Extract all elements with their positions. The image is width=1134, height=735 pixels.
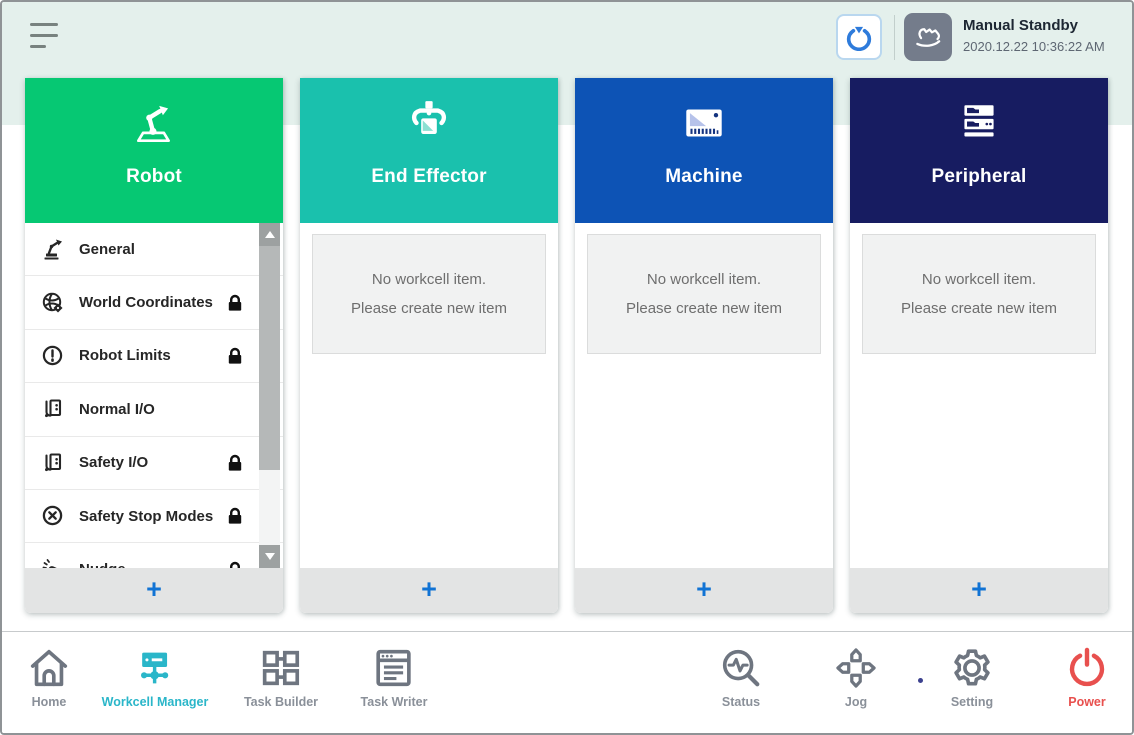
peripheral-column-header[interactable]: Peripheral [850,78,1108,223]
column-title: Peripheral [932,166,1027,188]
nav-item-workcell-manager[interactable]: Workcell Manager [102,645,209,709]
lock-icon [227,507,243,525]
workcell-item-label: Safety Stop Modes [79,508,213,525]
nav-item-jog[interactable]: Jog [833,645,879,709]
robot-list-scrollbar[interactable] [259,223,280,568]
add-robot-item-button[interactable]: + [25,568,283,613]
add-end-effector-item-button[interactable]: + [300,568,558,613]
empty-state: No workcell item. Please create new item [312,234,546,354]
workcell-manager-icon [132,645,178,691]
nav-item-home[interactable]: Home [26,645,72,709]
workcell-item-nudge[interactable]: Nudge [25,543,283,568]
scroll-down-icon [265,553,275,560]
nav-item-status[interactable]: Status [718,645,764,709]
plus-icon: + [971,576,987,603]
workcell-columns: Robot Genera [25,78,1108,613]
robot-settings-list: General [25,223,283,568]
scroll-up-button[interactable] [259,223,280,246]
safety-io-icon [40,451,66,475]
workcell-column-peripheral: Peripheral No workcell item. Please crea… [850,78,1108,613]
nav-item-task-builder[interactable]: Task Builder [244,645,318,709]
workcell-item-normal-io[interactable]: Normal I/O [25,383,283,436]
workcell-item-robot-limits[interactable]: Robot Limits [25,330,283,383]
workcell-item-label: World Coordinates [79,294,213,311]
workcell-column-machine: Machine No workcell item. Please create … [575,78,833,613]
empty-line-2: Please create new item [626,294,782,323]
column-title: Robot [126,166,182,188]
power-icon [1064,645,1110,691]
add-machine-item-button[interactable]: + [575,568,833,613]
workcell-item-label: General [79,241,135,258]
workcell-item-label: Safety I/O [79,454,148,471]
bottom-navigation: Home Workcell Manager [2,631,1132,733]
scroll-down-button[interactable] [259,545,280,568]
empty-line-2: Please create new item [901,294,1057,323]
end-effector-column-header[interactable]: End Effector [300,78,558,223]
app-window: Manual Standby 2020.12.22 10:36:22 AM Ro… [0,0,1134,735]
plus-icon: + [696,576,712,603]
workcell-item-general[interactable]: General [25,223,283,276]
empty-state: No workcell item. Please create new item [587,234,821,354]
robot-general-icon [40,237,66,261]
setting-icon [949,645,995,691]
manual-mode-badge[interactable] [904,13,952,61]
empty-line-1: No workcell item. [922,265,1036,294]
robot-state-label: Manual Standby [963,17,1105,34]
empty-line-2: Please create new item [351,294,507,323]
empty-line-1: No workcell item. [647,265,761,294]
plus-icon: + [421,576,437,603]
lock-icon [227,454,243,472]
nudge-icon [40,558,66,568]
world-coordinates-icon [40,291,66,315]
nav-item-task-writer[interactable]: Task Writer [361,645,428,709]
workcell-column-end-effector: End Effector No workcell item. Please cr… [300,78,558,613]
plus-icon: + [146,576,162,603]
hamburger-menu-icon[interactable] [30,23,60,50]
workcell-item-safety-io[interactable]: Safety I/O [25,437,283,490]
lock-icon [227,561,243,568]
column-title: End Effector [371,166,486,188]
nav-divider-dot [918,678,923,683]
status-icon [718,645,764,691]
workcell-item-world-coordinates[interactable]: World Coordinates [25,276,283,329]
add-peripheral-item-button[interactable]: + [850,568,1108,613]
gripper-icon [845,23,873,51]
lock-icon [227,347,243,365]
end-effector-icon [404,95,454,151]
task-builder-icon [258,645,304,691]
gripper-mode-button[interactable] [836,14,882,60]
workcell-item-safety-stop-modes[interactable]: Safety Stop Modes [25,490,283,543]
workcell-column-robot: Robot Genera [25,78,283,613]
home-icon [26,645,72,691]
peripheral-icon [954,95,1004,151]
robot-column-header[interactable]: Robot [25,78,283,223]
workcell-item-label: Robot Limits [79,347,171,364]
column-title: Machine [665,166,742,188]
normal-io-icon [40,397,66,421]
nav-item-setting[interactable]: Setting [949,645,995,709]
machine-icon [679,95,729,151]
machine-column-header[interactable]: Machine [575,78,833,223]
empty-line-1: No workcell item. [372,265,486,294]
robot-status: Manual Standby 2020.12.22 10:36:22 AM [963,17,1105,54]
task-writer-icon [371,645,417,691]
lock-icon [227,294,243,312]
robot-limits-icon [40,344,66,368]
hand-icon [912,21,944,53]
jog-icon [833,645,879,691]
robot-icon [129,95,179,151]
workcell-item-label: Normal I/O [79,401,155,418]
empty-state: No workcell item. Please create new item [862,234,1096,354]
scroll-up-icon [265,231,275,238]
workcell-item-label: Nudge [79,561,126,568]
scrollbar-thumb[interactable] [259,246,280,470]
topbar-divider [894,15,895,60]
safety-stop-modes-icon [40,504,66,528]
nav-item-power[interactable]: Power [1064,645,1110,709]
status-datetime: 2020.12.22 10:36:22 AM [963,39,1105,54]
